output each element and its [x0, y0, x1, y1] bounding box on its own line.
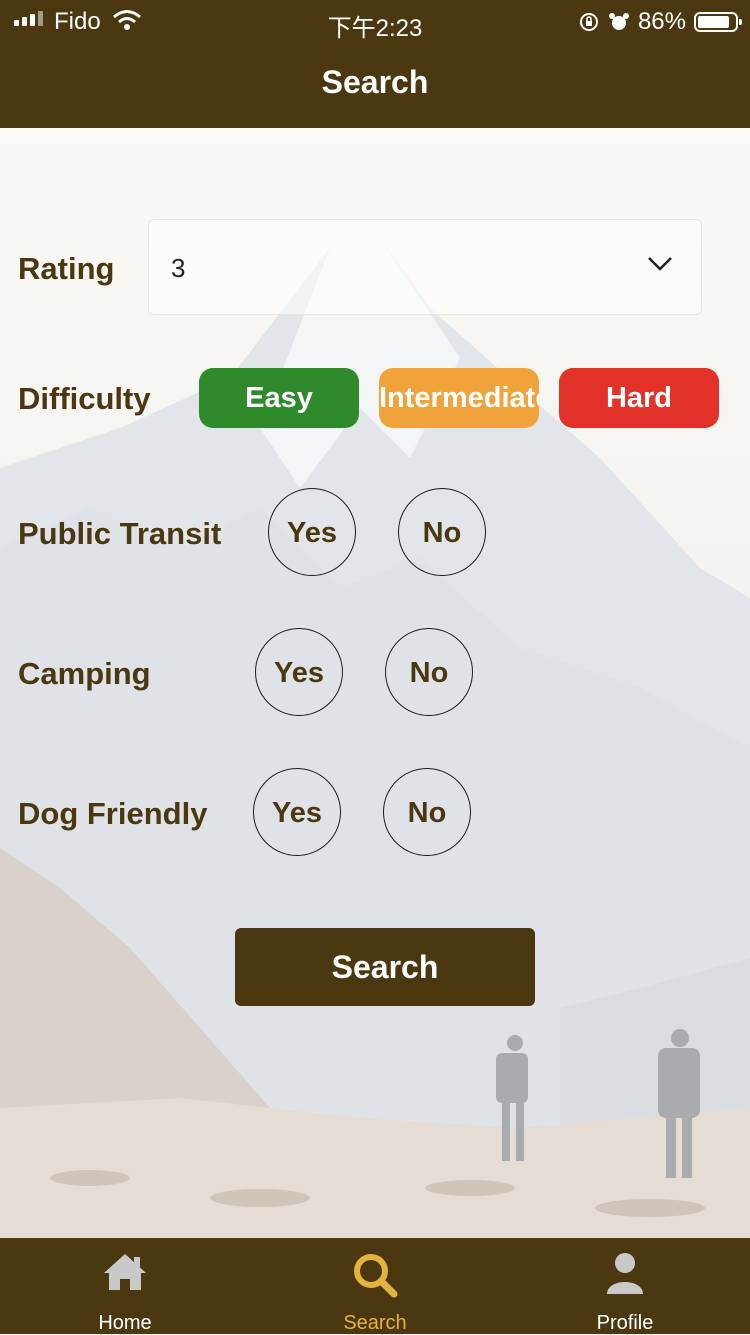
chevron-down-icon: [648, 257, 672, 271]
tab-profile[interactable]: Profile: [500, 1238, 750, 1334]
alarm-icon: [608, 13, 629, 30]
public-transit-no-button[interactable]: No: [398, 488, 486, 576]
dog-friendly-label: Dog Friendly: [18, 796, 208, 831]
rating-label: Rating: [18, 251, 115, 286]
tab-search-label: Search: [343, 1312, 407, 1334]
home-icon: [104, 1254, 146, 1290]
top-app-bar: Fido 下午2:23 86% Search: [0, 0, 750, 128]
public-transit-label: Public Transit: [18, 516, 222, 551]
tab-home-label: Home: [98, 1312, 152, 1334]
tab-home[interactable]: Home: [0, 1238, 250, 1334]
page-title: Search: [321, 64, 429, 100]
tab-search[interactable]: Search: [250, 1238, 500, 1334]
dog-friendly-no-button[interactable]: No: [383, 768, 471, 856]
difficulty-intermediate-button[interactable]: Intermediate: [379, 368, 539, 428]
bottom-tab-bar: Home Search Profile: [0, 1238, 750, 1334]
battery-percentage: 86%: [637, 8, 686, 35]
battery-icon: [694, 12, 742, 32]
orientation-lock-icon: [579, 13, 598, 31]
difficulty-label: Difficulty: [18, 381, 151, 416]
tab-profile-label: Profile: [596, 1312, 654, 1334]
camping-no-button[interactable]: No: [385, 628, 473, 716]
camping-label: Camping: [18, 656, 151, 691]
difficulty-easy-button[interactable]: Easy: [199, 368, 359, 428]
search-button[interactable]: Search: [235, 928, 535, 1006]
rating-value: 3: [171, 253, 186, 283]
rating-select[interactable]: 3: [148, 219, 702, 315]
public-transit-yes-button[interactable]: Yes: [268, 488, 356, 576]
status-bar: Fido 下午2:23 86%: [0, 0, 750, 44]
profile-icon: [607, 1253, 643, 1294]
difficulty-hard-button[interactable]: Hard: [559, 368, 719, 428]
search-icon: [354, 1254, 398, 1298]
dog-friendly-yes-button[interactable]: Yes: [253, 768, 341, 856]
camping-yes-button[interactable]: Yes: [255, 628, 343, 716]
